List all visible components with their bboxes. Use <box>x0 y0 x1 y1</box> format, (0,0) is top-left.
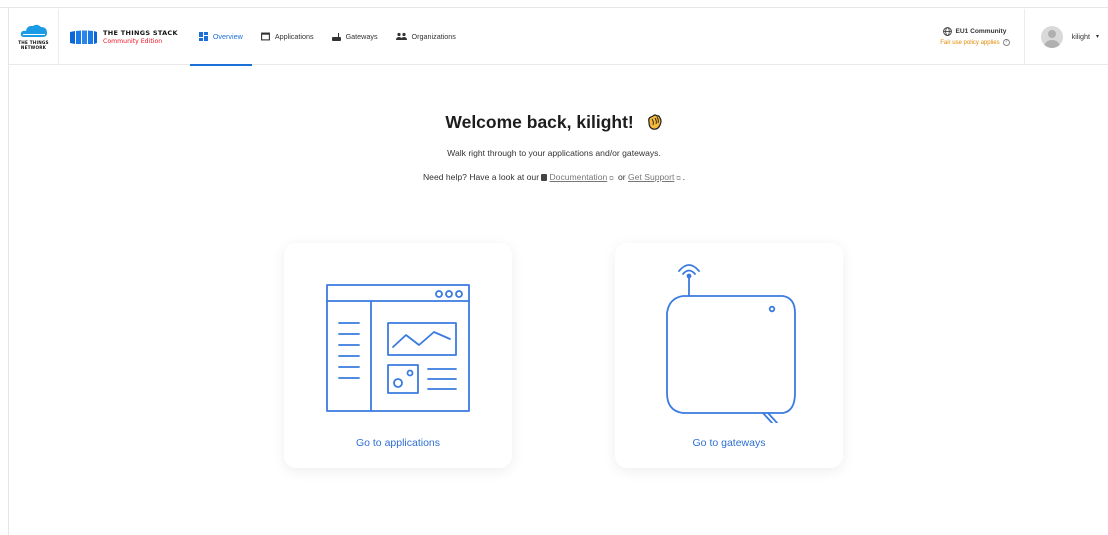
cluster-name: EU1 Community <box>955 28 1007 35</box>
applications-card-label[interactable]: Go to applications <box>284 437 512 449</box>
nav-gateways-label: Gateways <box>345 32 378 41</box>
tts-edition: Community Edition <box>103 37 163 45</box>
nav-organizations-label: Organizations <box>411 32 456 41</box>
ttn-logo[interactable]: THE THINGS NETWORK <box>9 8 59 65</box>
gateways-card-label[interactable]: Go to gateways <box>615 437 843 449</box>
book-icon <box>541 174 548 181</box>
router-icon <box>331 33 341 41</box>
tts-name: THE THINGS STACK <box>103 28 178 37</box>
help-circle-icon[interactable]: ? <box>1002 39 1010 46</box>
top-navbar: THE THINGS NETWORK THE THINGS STACK Comm… <box>9 8 1108 66</box>
nav-applications-label: Applications <box>274 32 314 41</box>
applications-illustration-icon <box>326 284 470 412</box>
welcome-subtitle: Walk right through to your applications … <box>447 148 661 158</box>
page-title: Welcome back, kilight! <box>0 112 1108 133</box>
external-link-icon: ⧉ <box>609 176 614 182</box>
profile-dropdown[interactable]: kilight ▾ <box>1025 9 1108 65</box>
fair-use-note: Fair use policy applies <box>940 39 1000 46</box>
ttn-logo-text: THE THINGS NETWORK <box>18 39 49 50</box>
help-prefix: Need help? Have a look at our <box>422 172 540 182</box>
window-top-border <box>0 0 1108 8</box>
people-icon <box>395 32 407 40</box>
nav-applications[interactable]: Applications <box>252 9 323 65</box>
cluster-selector[interactable]: EU1 Community Fair use policy applies ? <box>926 8 1025 65</box>
avatar <box>1040 25 1063 48</box>
window-icon <box>260 32 270 41</box>
get-support-link[interactable]: Get Support <box>628 172 674 182</box>
username: kilight <box>1071 32 1090 41</box>
tts-bars-icon <box>70 30 97 44</box>
waving-hand-icon <box>647 114 662 130</box>
gateway-illustration-icon <box>666 264 796 423</box>
window-left-border <box>8 8 9 535</box>
applications-card[interactable]: Go to applications <box>284 243 512 468</box>
chevron-down-icon: ▾ <box>1095 34 1099 40</box>
nav-gateways[interactable]: Gateways <box>323 9 387 65</box>
main-nav: Overview Applications Gateways Organizat… <box>189 9 465 66</box>
dashboard-icon <box>198 32 208 41</box>
nav-organizations[interactable]: Organizations <box>387 9 465 65</box>
gateways-card[interactable]: Go to gateways <box>615 243 843 468</box>
help-suffix: . <box>682 172 686 182</box>
help-line: Need help? Have a look at our Documentat… <box>0 172 1108 183</box>
help-or: or <box>617 172 626 182</box>
ttn-cloud-icon <box>20 24 47 37</box>
welcome-text: Welcome back, kilight! <box>445 112 634 132</box>
tts-logo[interactable]: THE THINGS STACK Community Edition <box>59 9 188 65</box>
nav-overview[interactable]: Overview <box>189 9 252 66</box>
documentation-link[interactable]: Documentation <box>549 172 607 182</box>
globe-icon <box>943 27 953 36</box>
nav-overview-label: Overview <box>212 32 243 41</box>
external-link-icon: ⧉ <box>676 176 681 182</box>
